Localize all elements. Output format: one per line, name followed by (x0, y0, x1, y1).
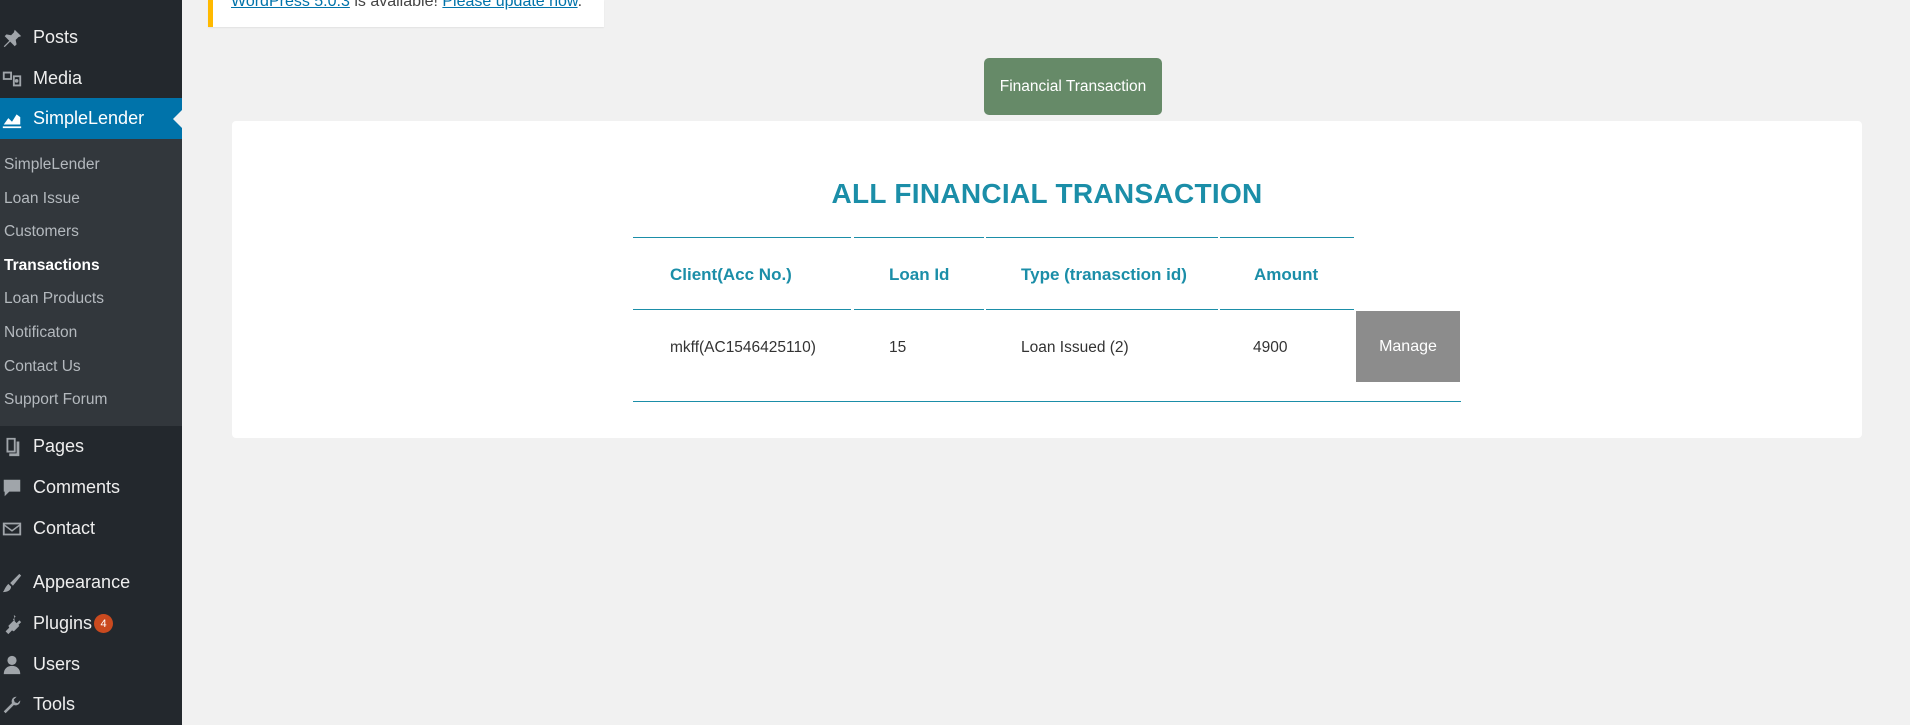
sidebar-item-label: Media (33, 68, 83, 88)
notice-end: . (577, 0, 583, 10)
header-top-border (854, 237, 984, 238)
update-notice: WordPress 5.0.3 is available! Please upd… (208, 0, 604, 27)
column-header-type: Type (tranasction id) (1021, 265, 1187, 284)
pin-icon (0, 26, 24, 50)
column-header-amount: Amount (1254, 265, 1319, 284)
submenu-item-support-forum[interactable]: Support Forum (4, 391, 107, 409)
sidebar-item-label: Plugins (33, 613, 93, 633)
header-top-border (1220, 237, 1354, 238)
submenu-item-customers[interactable]: Customers (4, 223, 79, 241)
financial-transaction-button[interactable]: Financial Transaction (984, 58, 1162, 115)
update-now-link[interactable]: Please update now (442, 0, 577, 10)
sidebar-item-users[interactable]: Users (0, 644, 182, 685)
header-bottom-border (986, 309, 1218, 310)
sidebar-item-contact[interactable]: Contact (0, 508, 182, 549)
sidebar-item-comments[interactable]: Comments (0, 467, 182, 508)
submenu-item-transactions[interactable]: Transactions (4, 257, 100, 275)
sidebar-item-appearance[interactable]: Appearance (0, 562, 182, 603)
table-bottom-border (633, 401, 1461, 402)
manage-button[interactable]: Manage (1356, 311, 1460, 382)
column-header-client: Client(Acc No.) (670, 265, 792, 284)
submenu-item-contact-us[interactable]: Contact Us (4, 358, 81, 376)
cell-client: mkff(AC1546425110) (670, 339, 816, 356)
sidebar-item-label: Users (33, 654, 81, 674)
pages-icon (0, 435, 24, 459)
sidebar-item-label: Comments (33, 477, 121, 497)
plug-icon (0, 612, 24, 636)
cell-loan-id: 15 (889, 339, 907, 356)
sidebar-item-label: SimpleLender (33, 108, 145, 128)
admin-sidebar: Posts Media SimpleLender SimpleLender Lo… (0, 0, 182, 725)
plugins-update-badge: 4 (94, 614, 113, 633)
sidebar-item-label: Contact (33, 518, 96, 538)
simplelender-submenu: SimpleLender Loan Issue Customers Transa… (0, 139, 182, 426)
column-header-loan-id: Loan Id (889, 265, 950, 284)
sidebar-item-pages[interactable]: Pages (0, 426, 182, 467)
sidebar-item-media[interactable]: Media (0, 58, 182, 99)
cell-type: Loan Issued (2) (1021, 339, 1129, 356)
submenu-item-loan-issue[interactable]: Loan Issue (4, 190, 80, 208)
media-icon (0, 67, 24, 91)
sidebar-item-plugins[interactable]: Plugins 4 (0, 603, 182, 644)
wrench-icon (0, 693, 24, 717)
chart-icon (0, 107, 24, 131)
sidebar-item-label: Tools (33, 694, 76, 714)
submenu-item-simplelender[interactable]: SimpleLender (4, 156, 100, 174)
notice-text: is available! (349, 0, 443, 10)
header-bottom-border (1220, 309, 1354, 310)
sidebar-item-label: Pages (33, 436, 85, 456)
submenu-item-loan-products[interactable]: Loan Products (4, 290, 104, 308)
sidebar-item-tools[interactable]: Tools (0, 684, 182, 725)
header-bottom-border (854, 309, 984, 310)
mail-icon (0, 517, 24, 541)
transactions-panel: ALL FINANCIAL TRANSACTION Client(Acc No.… (232, 121, 1862, 438)
sidebar-item-label: Appearance (33, 572, 131, 592)
sidebar-item-label: Posts (33, 27, 79, 47)
user-icon (0, 653, 24, 677)
header-bottom-border (633, 309, 851, 310)
header-top-border (633, 237, 851, 238)
sidebar-item-posts[interactable]: Posts (0, 17, 182, 58)
wordpress-version-link[interactable]: WordPress 5.0.3 (231, 0, 350, 10)
sidebar-item-simplelender[interactable]: SimpleLender (0, 98, 182, 139)
header-top-border (986, 237, 1218, 238)
cell-amount: 4900 (1253, 339, 1288, 356)
submenu-item-notification[interactable]: Notificaton (4, 324, 77, 342)
comment-icon (0, 476, 24, 500)
panel-title: ALL FINANCIAL TRANSACTION (831, 178, 1263, 209)
brush-icon (0, 571, 24, 595)
